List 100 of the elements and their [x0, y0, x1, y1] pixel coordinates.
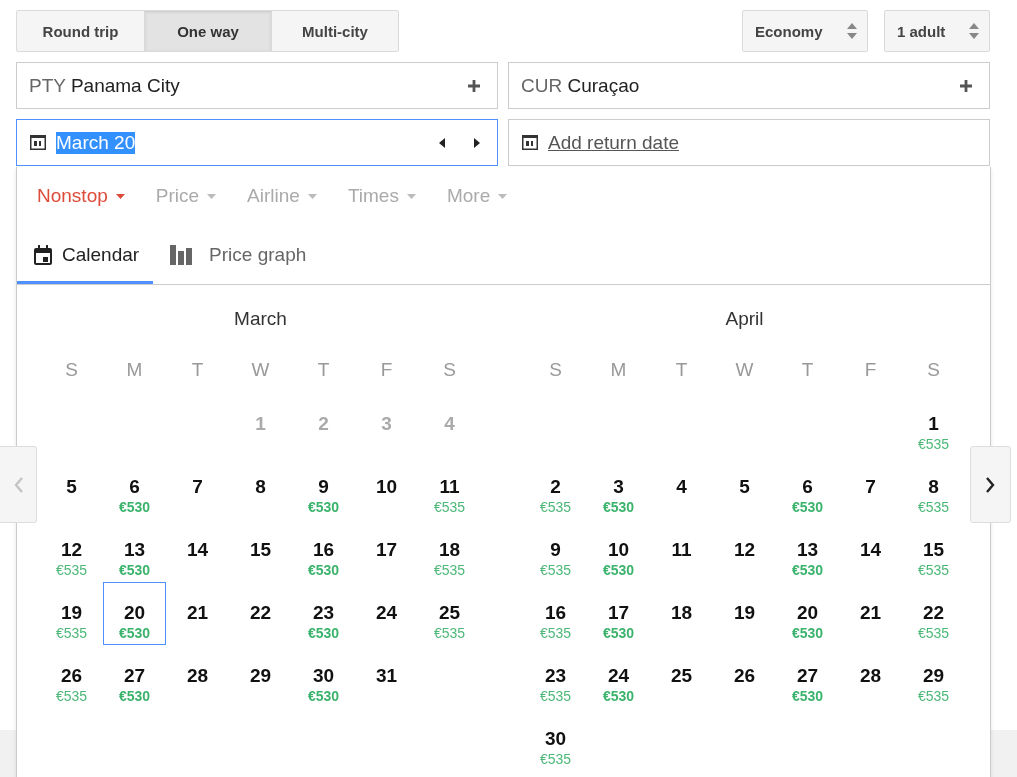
calendar-day[interactable]: 7: [839, 456, 902, 519]
calendar-day[interactable]: 13 €530: [776, 519, 839, 582]
calendar-day[interactable]: 10 €530: [587, 519, 650, 582]
weekday-label: T: [317, 359, 330, 380]
calendar-day[interactable]: 24 €530: [587, 645, 650, 708]
caret-left-icon[interactable]: [439, 137, 445, 148]
calendar-day: 3: [355, 393, 418, 456]
calendar-day[interactable]: 17: [355, 519, 418, 582]
calendar-day[interactable]: 16 €535: [524, 582, 587, 645]
filter-dropdown[interactable]: Nonstop: [37, 185, 125, 207]
view-tab[interactable]: Calendar: [17, 225, 154, 284]
calendar-day[interactable]: 28: [839, 645, 902, 708]
calendar-day[interactable]: 18: [650, 582, 713, 645]
calendar-day[interactable]: 20 €530: [776, 582, 839, 645]
trip-type-button[interactable]: Round trip: [16, 10, 145, 52]
calendar-day[interactable]: 19 €535: [40, 582, 103, 645]
calendar-day[interactable]: 14: [166, 519, 229, 582]
bar-chart-icon: [170, 244, 193, 265]
calendar-day[interactable]: 13 €530: [103, 519, 166, 582]
plus-icon[interactable]: [960, 79, 972, 92]
calendar-day[interactable]: 8 €535: [902, 456, 965, 519]
calendar-day[interactable]: 23 €530: [292, 582, 355, 645]
calendar-day[interactable]: 9 €535: [524, 519, 587, 582]
plus-icon[interactable]: [468, 79, 480, 92]
month-title: March: [234, 308, 287, 329]
sort-arrows-icon: [847, 23, 857, 39]
origin-field[interactable]: PTY Panama City: [16, 62, 498, 109]
calendar-day[interactable]: 7: [166, 456, 229, 519]
calendar-day[interactable]: 24: [355, 582, 418, 645]
caret-down-icon: [207, 193, 217, 199]
calendar-day: 1: [229, 393, 292, 456]
calendar-day[interactable]: 10: [355, 456, 418, 519]
trip-type-button[interactable]: One way: [144, 10, 272, 52]
calendar-day[interactable]: 26 €535: [40, 645, 103, 708]
calendar-day[interactable]: 12: [713, 519, 776, 582]
calendar-day[interactable]: 19: [713, 582, 776, 645]
view-tab[interactable]: Price graph: [153, 225, 321, 284]
weekday-label: W: [735, 359, 754, 380]
calendar-day[interactable]: 29: [229, 645, 292, 708]
return-date-field[interactable]: Add return date: [508, 119, 990, 166]
caret-down-icon: [406, 193, 416, 199]
calendar-day[interactable]: 4: [650, 456, 713, 519]
calendar-day[interactable]: 1 €535: [902, 393, 965, 456]
weekday-label: S: [549, 359, 562, 380]
sort-arrows-icon: [969, 23, 979, 39]
month-title: April: [725, 308, 764, 329]
calendar-day[interactable]: 22: [229, 582, 292, 645]
calendar-day[interactable]: 21: [166, 582, 229, 645]
calendar-day[interactable]: 15: [229, 519, 292, 582]
calendar-day[interactable]: 12 €535: [40, 519, 103, 582]
calendar-day[interactable]: 11: [650, 519, 713, 582]
weekday-label: S: [65, 359, 78, 380]
chevron-right-icon: [986, 476, 995, 493]
calendar-day[interactable]: 9 €530: [292, 456, 355, 519]
calendar-day[interactable]: 8: [229, 456, 292, 519]
weekday-label: F: [864, 359, 877, 380]
cabin-select[interactable]: Economy: [742, 10, 868, 52]
calendar-day[interactable]: 22 €535: [902, 582, 965, 645]
calendar-day[interactable]: 20 €530: [103, 582, 166, 645]
calendar-day[interactable]: 5: [40, 456, 103, 519]
caret-down-icon: [498, 193, 508, 199]
calendar-day[interactable]: 27 €530: [776, 645, 839, 708]
calendar-day[interactable]: 23 €535: [524, 645, 587, 708]
calendar-day[interactable]: 30 €530: [292, 645, 355, 708]
weekday-label: S: [927, 359, 940, 380]
calendar-day[interactable]: 6 €530: [776, 456, 839, 519]
weekday-label: T: [675, 359, 688, 380]
weekday-label: M: [610, 359, 627, 380]
caret-right-icon[interactable]: [474, 137, 480, 148]
calendar-day[interactable]: 30 €535: [524, 708, 587, 771]
calendar-day: 4: [418, 393, 481, 456]
calendar-day[interactable]: 26: [713, 645, 776, 708]
calendar-day[interactable]: 18 €535: [418, 519, 481, 582]
calendar-day[interactable]: 14: [839, 519, 902, 582]
calendar-day[interactable]: 6 €530: [103, 456, 166, 519]
calendar-day[interactable]: 5: [713, 456, 776, 519]
weekday-label: T: [801, 359, 814, 380]
destination-field[interactable]: CUR Curaçao: [508, 62, 990, 109]
calendar-day[interactable]: 28: [166, 645, 229, 708]
caret-down-icon: [115, 193, 125, 199]
calendar-day[interactable]: 21: [839, 582, 902, 645]
calendar-day[interactable]: 17 €530: [587, 582, 650, 645]
calendar-day[interactable]: 11 €535: [418, 456, 481, 519]
calendar-day[interactable]: 25 €535: [418, 582, 481, 645]
calendar-day[interactable]: 2 €535: [524, 456, 587, 519]
weekday-label: W: [251, 359, 270, 380]
calendar-day[interactable]: 3 €530: [587, 456, 650, 519]
calendar-day[interactable]: 27 €530: [103, 645, 166, 708]
calendar-icon: [34, 244, 52, 265]
calendar-icon: [522, 135, 538, 150]
trip-type-button[interactable]: Multi-city: [271, 10, 399, 52]
calendar-day[interactable]: 15 €535: [902, 519, 965, 582]
calendar-day[interactable]: 29 €535: [902, 645, 965, 708]
passenger-select[interactable]: 1 adult: [884, 10, 990, 52]
chevron-left-icon: [13, 476, 23, 493]
calendar-day[interactable]: 31: [355, 645, 418, 708]
calendar-day[interactable]: 16 €530: [292, 519, 355, 582]
calendar-day: 2: [292, 393, 355, 456]
calendar-day[interactable]: 25: [650, 645, 713, 708]
weekday-label: T: [191, 359, 204, 380]
